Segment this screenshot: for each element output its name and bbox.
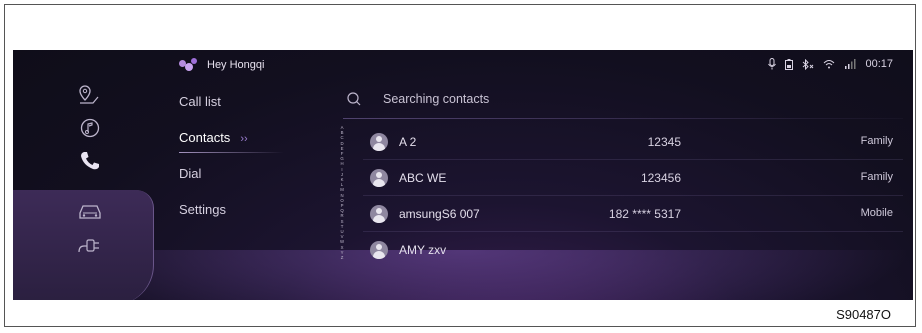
status-bar: 00:17 [768,58,893,70]
menu-settings[interactable]: Settings [179,202,226,217]
contact-row[interactable]: amsungS6 007 182 **** 5317 Mobile [363,196,903,232]
search-box[interactable]: Searching contacts [347,92,489,106]
contact-number: 12345 [647,135,681,149]
microphone-icon [768,58,777,70]
alphabet-letter[interactable]: Z [339,255,345,260]
menu-dial[interactable]: Dial [179,166,201,181]
search-icon [347,92,361,106]
menu-contacts[interactable]: Contacts ›› [179,130,248,145]
contact-type: Mobile [860,207,893,219]
contact-number: 182 **** 5317 [608,207,681,221]
avatar [370,169,388,187]
contact-name: ABC WE [399,171,447,185]
avatar [370,205,388,223]
avatar [370,241,388,259]
figure-code: S90487O [836,307,891,322]
contact-name: AMY zxv [399,243,447,257]
no-bluetooth-icon [803,58,814,70]
assistant-logo-icon [179,58,199,72]
active-underline [179,152,284,153]
music-icon[interactable] [73,116,107,140]
contact-type: Family [860,171,893,183]
navigation-icon[interactable] [73,83,107,107]
top-bar: Hey Hongqi 00:17 [13,50,913,80]
contact-row[interactable]: AMY zxv [363,232,903,268]
phone-icon[interactable] [73,149,107,173]
search-underline [343,118,903,119]
clock: 00:17 [865,58,893,70]
alphabet-index[interactable]: ABCDEFGHIJKLMNOPQRSTUVWXYZ [339,125,345,260]
infotainment-screen: Hey Hongqi 00:17 Call list Contacts ›› D… [13,50,913,300]
charging-icon[interactable] [73,232,107,256]
wifi-icon [824,60,835,69]
chevron-right-icon: ›› [240,133,248,145]
contact-name: amsungS6 007 [399,207,480,221]
contact-number: 123456 [640,171,681,185]
contact-type: Family [860,135,893,147]
contact-row[interactable]: A 2 12345 Family [363,124,903,160]
assistant-label: Hey Hongqi [207,59,265,71]
avatar [370,133,388,151]
figure-frame: Hey Hongqi 00:17 Call list Contacts ›› D… [4,4,916,327]
voice-assistant[interactable]: Hey Hongqi [179,58,264,72]
battery-icon [785,58,794,70]
signal-icon [845,59,856,69]
search-placeholder: Searching contacts [383,92,490,106]
contact-name: A 2 [399,135,417,149]
menu-call-list[interactable]: Call list [179,94,221,109]
contact-row[interactable]: ABC WE 123456 Family [363,160,903,196]
side-nav [13,80,158,300]
car-icon[interactable] [73,200,107,224]
